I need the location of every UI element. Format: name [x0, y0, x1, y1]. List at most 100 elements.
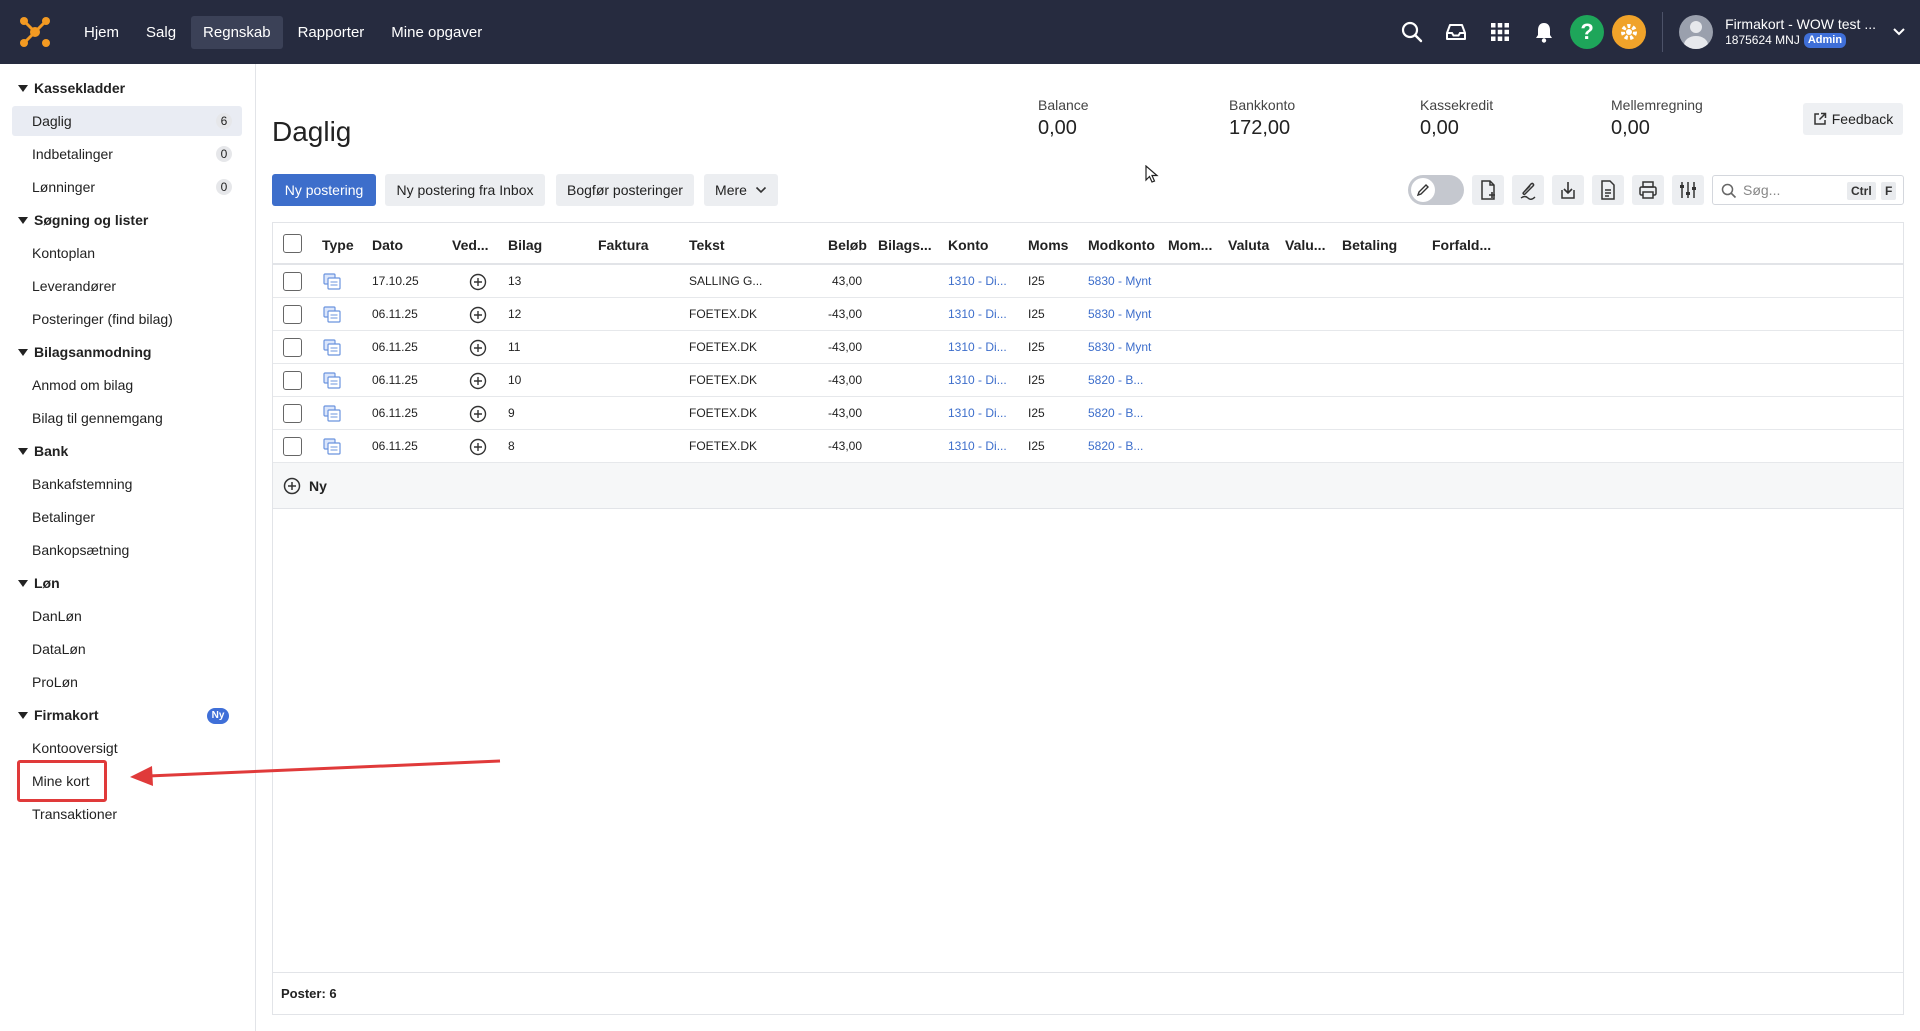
cell-belob[interactable]: -43,00 — [798, 406, 862, 420]
new-entry-from-inbox-button[interactable]: Ny postering fra Inbox — [385, 174, 545, 206]
search-icon[interactable] — [1398, 18, 1426, 46]
nav-regnskab[interactable]: Regnskab — [191, 15, 283, 49]
cell-konto[interactable]: 1310 - Di... — [948, 340, 1007, 354]
cell-dato[interactable]: 06.11.25 — [372, 373, 418, 387]
cell-bilag[interactable]: 12 — [508, 307, 521, 321]
cell-modkonto[interactable]: 5820 - B... — [1088, 373, 1143, 387]
search-field[interactable]: Ctrl F — [1712, 175, 1904, 205]
sidebar-item-posteringer[interactable]: Posteringer (find bilag) — [12, 304, 242, 334]
cell-modkonto[interactable]: 5820 - B... — [1088, 406, 1143, 420]
nav-mine-opgaver[interactable]: Mine opgaver — [379, 16, 494, 49]
cell-tekst[interactable]: FOETEX.DK — [689, 340, 757, 354]
feedback-button[interactable]: Feedback — [1803, 103, 1903, 135]
sidebar-item-daglig[interactable]: Daglig 6 — [12, 106, 242, 136]
download-icon[interactable] — [1552, 175, 1584, 205]
cell-bilag[interactable]: 10 — [508, 373, 521, 387]
cell-moms[interactable]: I25 — [1028, 439, 1045, 453]
document-type-icon[interactable] — [323, 273, 341, 290]
cell-modkonto[interactable]: 5830 - Mynt — [1088, 340, 1151, 354]
new-document-icon[interactable] — [1472, 175, 1504, 205]
document-type-icon[interactable] — [323, 405, 341, 422]
section-lon[interactable]: Løn — [18, 575, 60, 591]
section-firmakort[interactable]: Firmakort — [18, 707, 99, 723]
section-sogning-og-lister[interactable]: Søgning og lister — [18, 212, 148, 228]
add-circle-icon[interactable] — [469, 438, 487, 456]
sidebar-item-danlon[interactable]: DanLøn — [12, 601, 242, 631]
sidebar-item-indbetalinger[interactable]: Indbetalinger 0 — [12, 139, 242, 169]
add-circle-icon[interactable] — [469, 405, 487, 423]
table-row[interactable]: 06.11.25 11 FOETEX.DK -43,00 1310 - Di... I25… — [273, 331, 1903, 364]
table-row[interactable]: 06.11.25 12 FOETEX.DK -43,00 1310 - Di... I25… — [273, 298, 1903, 331]
table-row[interactable]: 06.11.25 10 FOETEX.DK -43,00 1310 - Di... I25… — [273, 364, 1903, 397]
chevron-down-icon[interactable] — [1892, 27, 1906, 37]
cell-konto[interactable]: 1310 - Di... — [948, 406, 1007, 420]
cell-konto[interactable]: 1310 - Di... — [948, 307, 1007, 321]
section-bilagsanmodning[interactable]: Bilagsanmodning — [18, 344, 151, 360]
cell-dato[interactable]: 06.11.25 — [372, 307, 418, 321]
bell-icon[interactable] — [1530, 18, 1558, 46]
add-circle-icon[interactable] — [469, 372, 487, 390]
apps-grid-icon[interactable] — [1486, 18, 1514, 46]
sidebar-item-transaktioner[interactable]: Transaktioner — [12, 799, 242, 829]
row-checkbox[interactable] — [283, 272, 302, 291]
attach-icon[interactable] — [1512, 175, 1544, 205]
column-header-forfald[interactable]: Forfald... — [1432, 237, 1491, 253]
columns-settings-icon[interactable] — [1672, 175, 1704, 205]
cell-tekst[interactable]: FOETEX.DK — [689, 439, 757, 453]
column-header-valuta[interactable]: Valuta — [1228, 237, 1269, 253]
cell-konto[interactable]: 1310 - Di... — [948, 274, 1007, 288]
section-bank[interactable]: Bank — [18, 443, 68, 459]
document-type-icon[interactable] — [323, 372, 341, 389]
cell-modkonto[interactable]: 5820 - B... — [1088, 439, 1143, 453]
cell-belob[interactable]: -43,00 — [798, 307, 862, 321]
export-icon[interactable] — [1592, 175, 1624, 205]
add-circle-icon[interactable] — [469, 339, 487, 357]
sidebar-item-bilag-til-gennemgang[interactable]: Bilag til gennemgang — [12, 403, 242, 433]
cell-dato[interactable]: 06.11.25 — [372, 439, 418, 453]
column-header-ved[interactable]: Ved... — [452, 237, 489, 253]
row-checkbox[interactable] — [283, 404, 302, 423]
column-header-betaling[interactable]: Betaling — [1342, 237, 1397, 253]
cell-moms[interactable]: I25 — [1028, 340, 1045, 354]
cell-tekst[interactable]: FOETEX.DK — [689, 406, 757, 420]
column-header-modmoms[interactable]: Mom... — [1168, 237, 1212, 253]
sidebar-item-bankafstemning[interactable]: Bankafstemning — [12, 469, 242, 499]
sidebar-item-lonninger[interactable]: Lønninger 0 — [12, 172, 242, 202]
row-checkbox[interactable] — [283, 338, 302, 357]
table-row[interactable]: 17.10.25 13 SALLING G... 43,00 1310 - Di... I… — [273, 265, 1903, 298]
select-all-checkbox[interactable] — [283, 234, 302, 253]
sidebar-item-prolon[interactable]: ProLøn — [12, 667, 242, 697]
cell-konto[interactable]: 1310 - Di... — [948, 373, 1007, 387]
cell-tekst[interactable]: FOETEX.DK — [689, 307, 757, 321]
app-logo[interactable] — [16, 13, 54, 51]
column-header-valutakurs[interactable]: Valu... — [1285, 237, 1325, 253]
table-row[interactable]: 06.11.25 9 FOETEX.DK -43,00 1310 - Di... I25 5… — [273, 397, 1903, 430]
sidebar-item-bankopsaetning[interactable]: Bankopsætning — [12, 535, 242, 565]
table-row[interactable]: 06.11.25 8 FOETEX.DK -43,00 1310 - Di... I25 5… — [273, 430, 1903, 463]
cell-modkonto[interactable]: 5830 - Mynt — [1088, 307, 1151, 321]
column-header-tekst[interactable]: Tekst — [689, 237, 725, 253]
document-type-icon[interactable] — [323, 438, 341, 455]
cell-belob[interactable]: -43,00 — [798, 373, 862, 387]
user-menu[interactable]: Firmakort - WOW test ... 1875624 MNJ Admi… — [1679, 15, 1906, 49]
column-header-dato[interactable]: Dato — [372, 237, 403, 253]
cell-belob[interactable]: -43,00 — [798, 340, 862, 354]
column-header-type[interactable]: Type — [322, 237, 354, 253]
sidebar-item-kontoplan[interactable]: Kontoplan — [12, 238, 242, 268]
sidebar-item-datalon[interactable]: DataLøn — [12, 634, 242, 664]
section-kassekladder[interactable]: Kassekladder — [18, 80, 125, 96]
nav-rapporter[interactable]: Rapporter — [286, 16, 377, 49]
column-header-bilag[interactable]: Bilag — [508, 237, 542, 253]
settings-icon[interactable] — [1612, 15, 1647, 49]
cell-bilag[interactable]: 8 — [508, 439, 515, 453]
cell-dato[interactable]: 06.11.25 — [372, 340, 418, 354]
cell-moms[interactable]: I25 — [1028, 373, 1045, 387]
add-row-button[interactable]: Ny — [273, 463, 1903, 509]
sidebar-item-anmod-om-bilag[interactable]: Anmod om bilag — [12, 370, 242, 400]
sidebar-item-betalinger[interactable]: Betalinger — [12, 502, 242, 532]
document-type-icon[interactable] — [323, 306, 341, 323]
inbox-icon[interactable] — [1442, 18, 1470, 46]
sidebar-item-kontooversigt[interactable]: Kontooversigt — [12, 733, 242, 763]
cell-moms[interactable]: I25 — [1028, 406, 1045, 420]
more-dropdown-button[interactable]: Mere — [704, 174, 778, 206]
